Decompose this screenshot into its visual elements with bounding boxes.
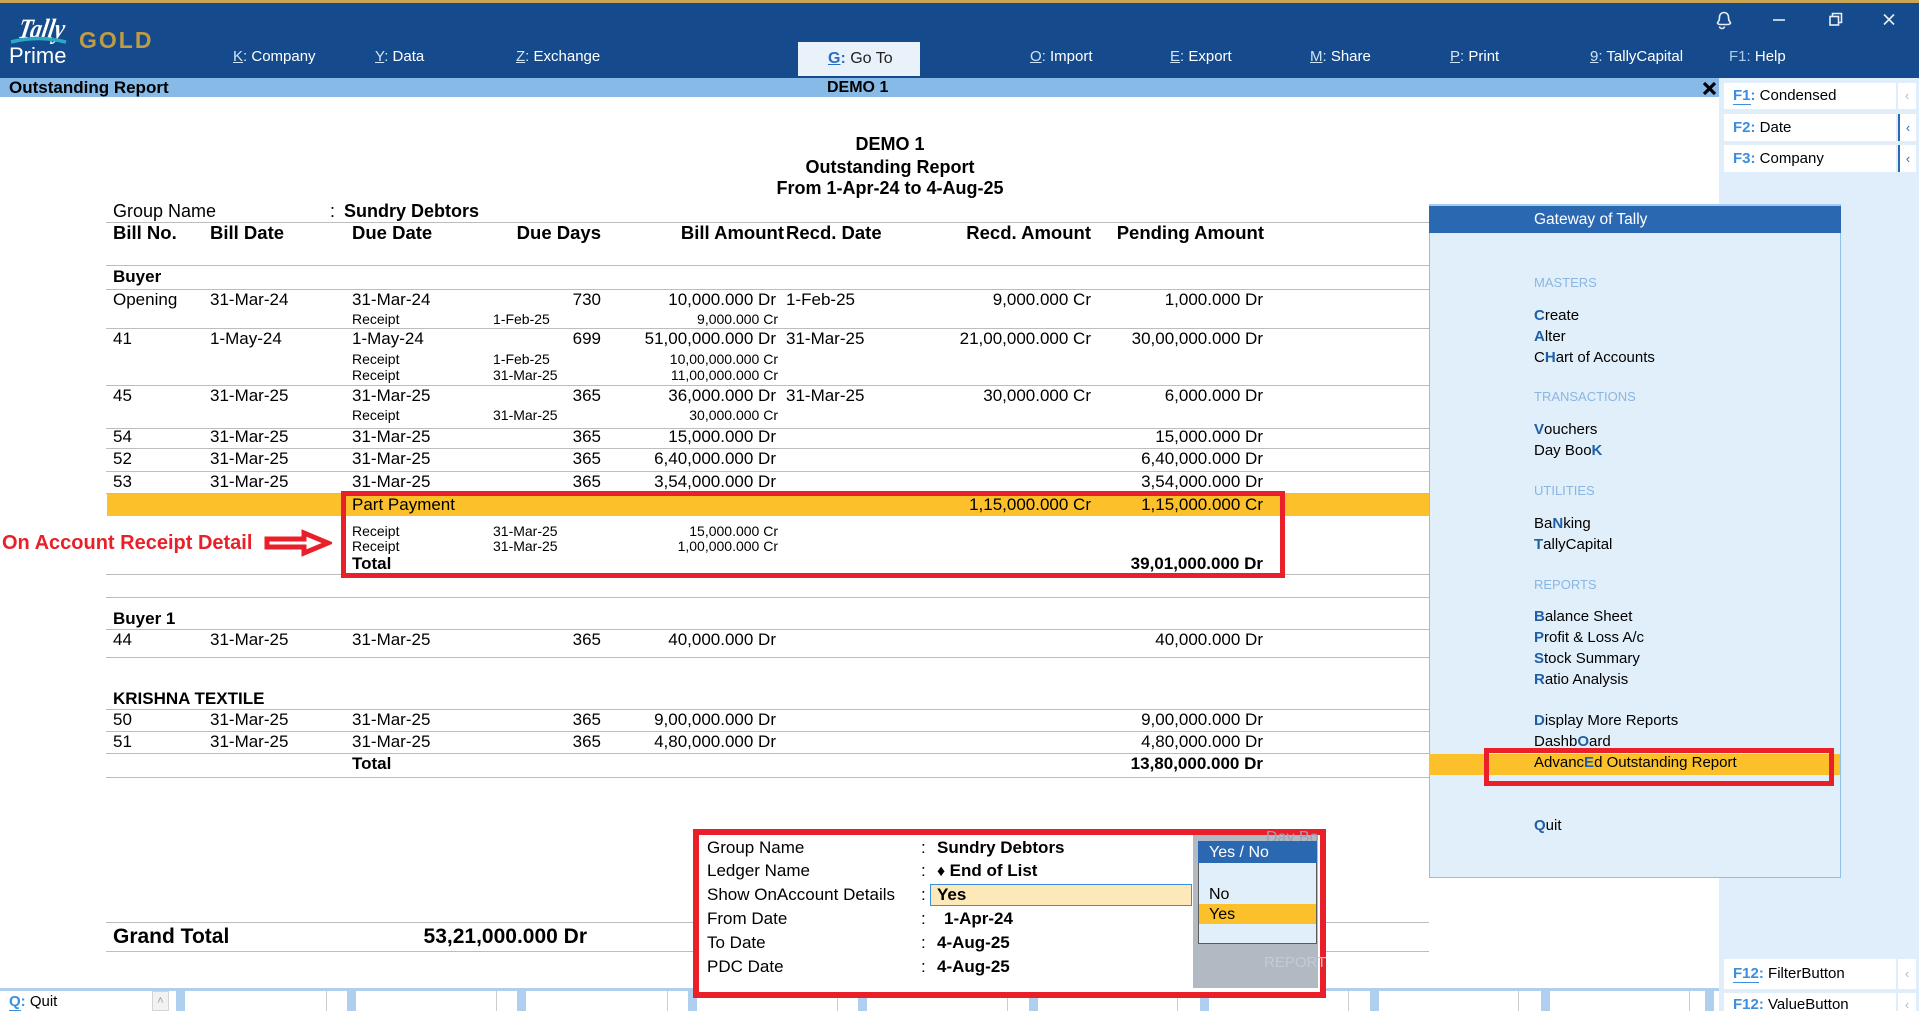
svg-text:Prime: Prime <box>9 43 66 68</box>
svg-text:GOLD: GOLD <box>79 27 153 53</box>
